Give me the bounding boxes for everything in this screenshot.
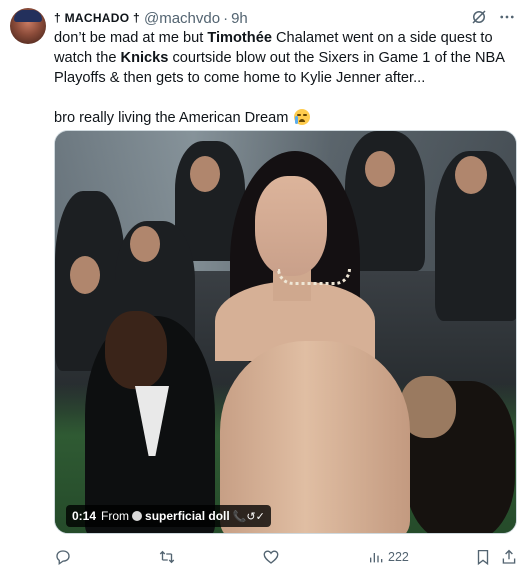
tweet[interactable]: † MACHADO † @machvdo · 9h don’t be mad a… [0, 0, 526, 582]
display-name[interactable]: † MACHADO † [54, 11, 140, 25]
views-button[interactable]: 222 [368, 546, 409, 568]
tweet-text: don’t be mad at me but Timothée Chalamet… [54, 28, 516, 128]
views-icon [368, 549, 384, 565]
tweet-header: † MACHADO † @machvdo · 9h [54, 8, 248, 28]
tweet-text-bold: Timothée [207, 30, 272, 46]
bookmark-icon [474, 548, 492, 566]
source-name[interactable]: superficial doll [145, 509, 230, 523]
grok-icon[interactable] [470, 8, 488, 26]
retweet-icon [158, 548, 176, 566]
share-icon [500, 548, 518, 566]
timestamp[interactable]: 9h [231, 10, 248, 27]
views-count: 222 [388, 550, 409, 564]
action-bar: 222 [54, 546, 516, 568]
tweet-text-bold: Knicks [120, 50, 169, 66]
share-button[interactable] [500, 546, 518, 568]
avatar[interactable] [10, 8, 46, 44]
tweet-text-segment: bro really living the American Dream [54, 110, 289, 126]
video-attribution[interactable]: 0:14 From superficial doll 📞↺✓ [66, 505, 271, 527]
header-actions [470, 8, 516, 26]
loudly-crying-face-icon [294, 109, 311, 125]
like-button[interactable] [262, 546, 280, 568]
separator-dot: · [223, 9, 229, 27]
heart-icon [262, 548, 280, 566]
video-timestamp: 0:14 [72, 509, 97, 523]
tweet-text-segment: don’t be mad at me but [54, 30, 208, 46]
source-decoration: 📞↺✓ [232, 510, 265, 523]
user-handle[interactable]: @machvdo [144, 10, 220, 27]
from-label: From [101, 509, 130, 523]
reply-icon [54, 548, 72, 566]
video-player[interactable] [54, 130, 517, 534]
source-avatar [132, 511, 143, 521]
more-icon[interactable] [498, 8, 516, 26]
retweet-button[interactable] [158, 546, 176, 568]
tweet-text-paragraph: bro really living the American Dream [54, 108, 516, 128]
bookmark-button[interactable] [474, 546, 492, 568]
reply-button[interactable] [54, 546, 72, 568]
